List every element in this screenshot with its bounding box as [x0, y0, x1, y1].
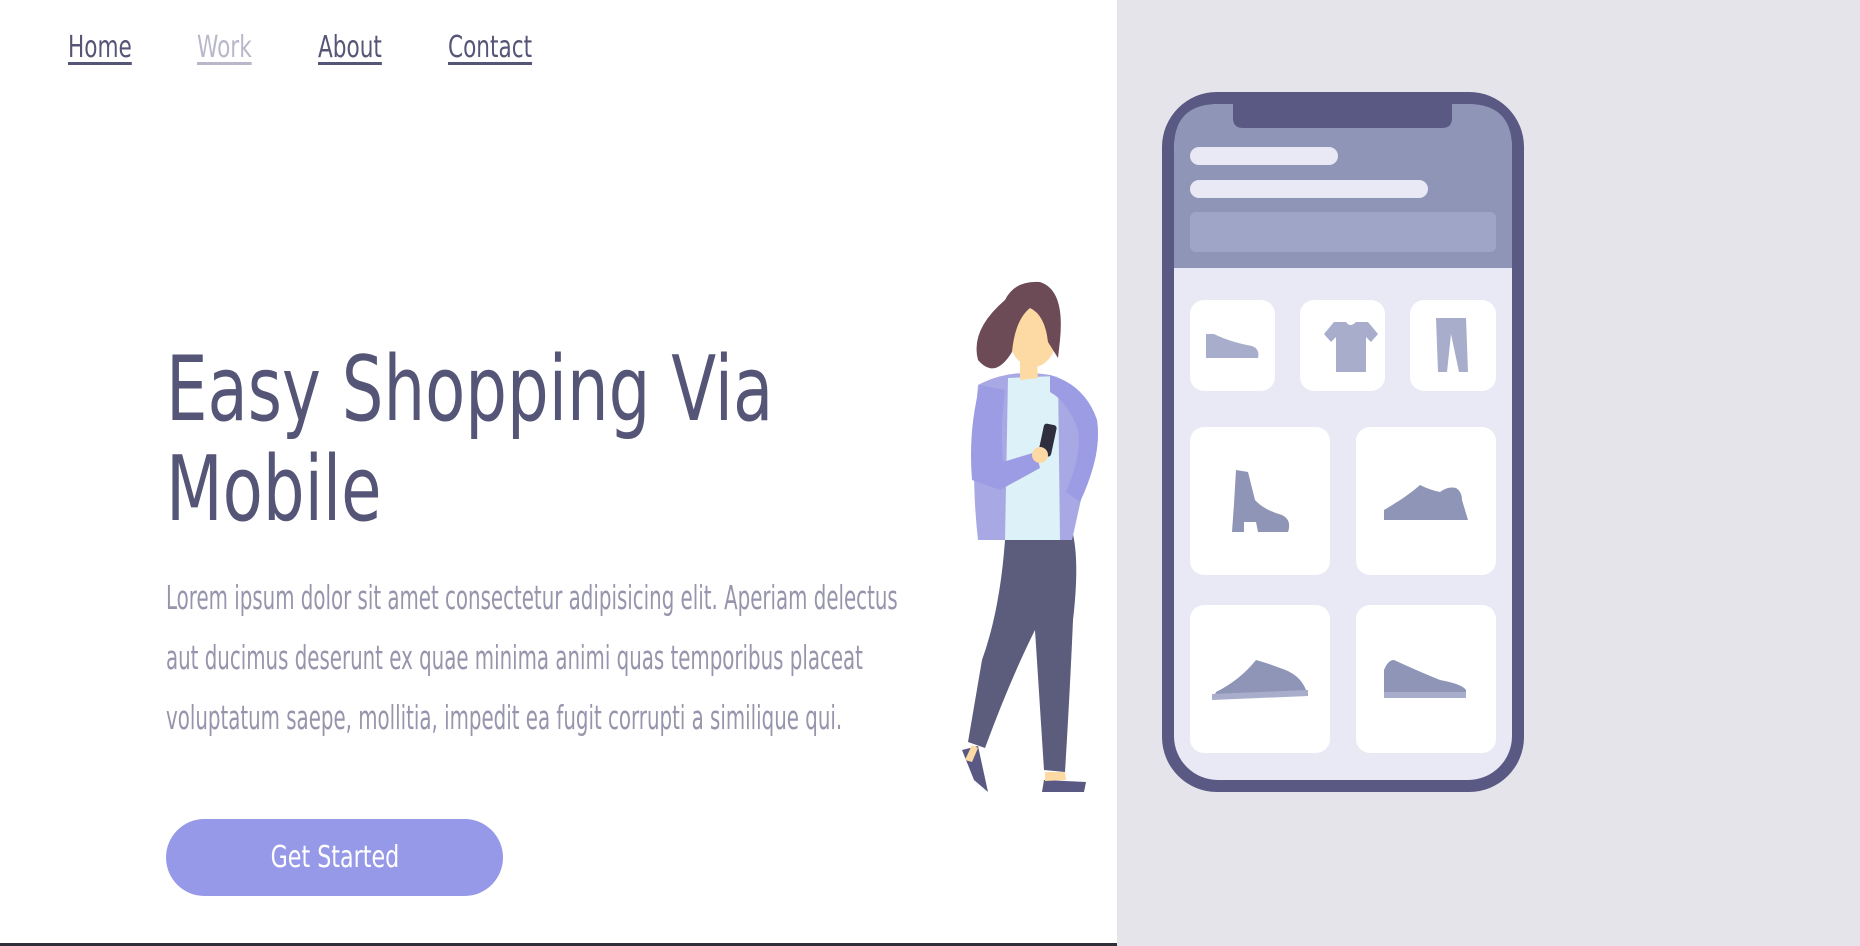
woman-figure [962, 281, 1098, 792]
phone-search-box [1190, 212, 1496, 252]
product-tile[interactable] [1190, 427, 1330, 575]
phone-notch [1233, 100, 1452, 128]
phone-header-bar [1190, 147, 1338, 165]
sneaker-sole [1384, 692, 1466, 698]
phone-mockup [1162, 92, 1524, 792]
phone-header-bar [1190, 180, 1428, 198]
shopping-illustration [962, 92, 1524, 792]
product-tile[interactable] [1410, 300, 1496, 391]
